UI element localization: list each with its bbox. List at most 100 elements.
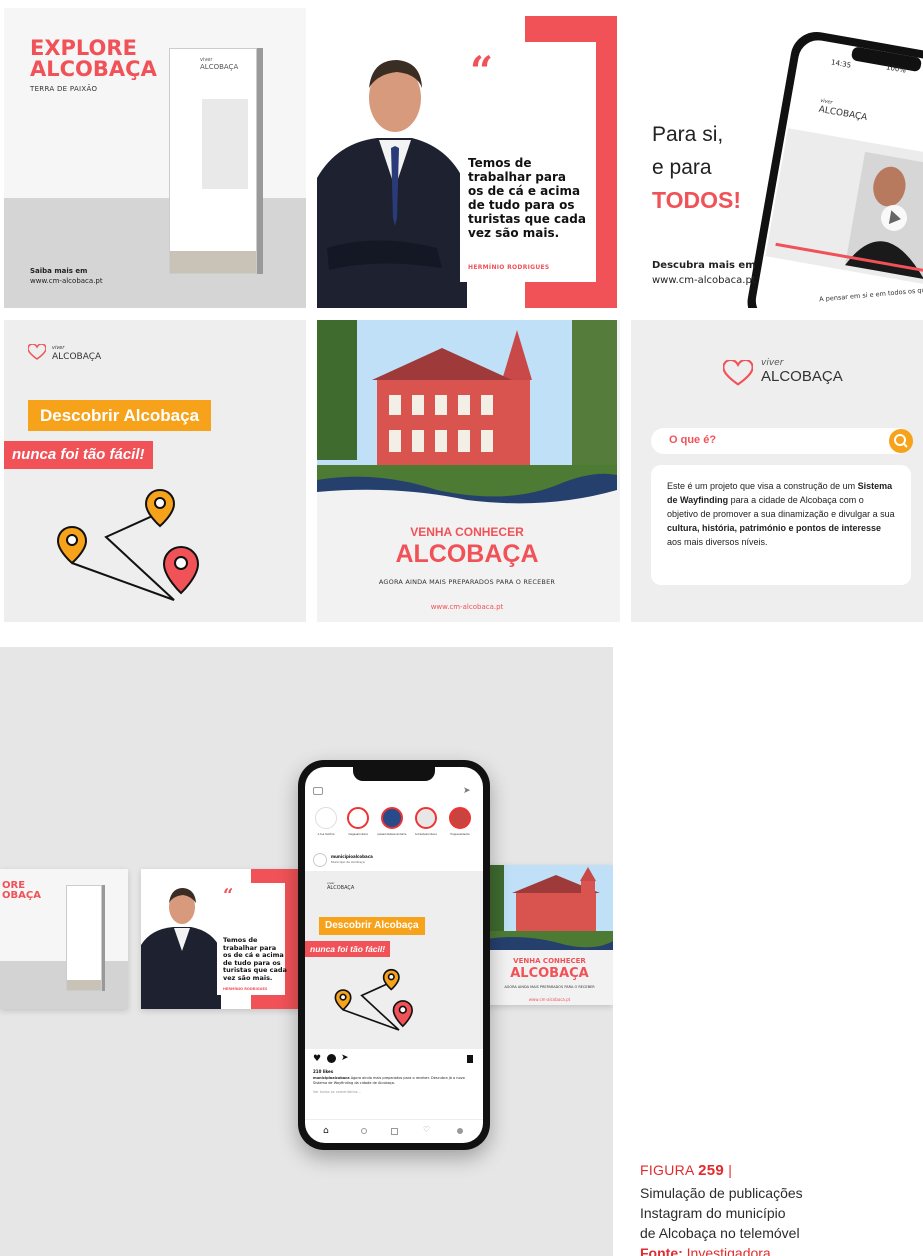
post-explore-alcobaca: EXPLORE ALCOBAÇA TERRA DE PAIXÃO viver A… <box>4 8 306 308</box>
bottom-nav: ⌂ ♡ <box>305 1119 483 1143</box>
post-caption: municipioalcobaca Agora ainda mais prepa… <box>313 1076 465 1085</box>
wayfinding-totem-image: viver ALCOBAÇA <box>169 48 257 274</box>
headline-todos: TODOS! <box>652 187 742 213</box>
like-icon[interactable]: ♥ <box>313 1054 321 1064</box>
post-banner-descobrir: Descobrir Alcobaça <box>319 917 425 935</box>
mock-quote-text: Temos de trabalhar para os de cá e acima… <box>223 936 287 982</box>
explore-footer: Saiba mais em www.cm-alcobaca.pt <box>30 267 103 285</box>
story-avatar[interactable] <box>449 807 471 829</box>
post-logo: viver ALCOBAÇA <box>327 881 355 891</box>
mock-tagline: AGORA AINDA MAIS PREPARADOS PARA O RECEB… <box>504 985 595 989</box>
phone-screen: ➤ A tua história megaaalcobaca pelascida… <box>305 767 483 1143</box>
caption-line: Instagram do município <box>640 1205 786 1221</box>
mock-card-venha: VENHA CONHECER ALCOBAÇA AGORA AINDA MAIS… <box>486 865 613 1005</box>
story-avatar[interactable] <box>415 807 437 829</box>
route-pins-illustration <box>56 488 200 601</box>
mock-venha-heading: VENHA CONHECER <box>513 957 586 965</box>
story-label: freguesiadevila <box>450 833 470 836</box>
explore-title: EXPLORE ALCOBAÇA <box>30 36 157 81</box>
post-venha-conhecer: VENHA CONHECER ALCOBAÇA AGORA AINDA MAIS… <box>317 320 620 622</box>
account-sub: Município de Alcobaça <box>331 860 365 864</box>
figure-caption: FIGURA 259 | Simulação de publicações In… <box>640 1162 923 1256</box>
heart-logo-icon <box>28 344 46 360</box>
story-label: terrasdealcobaca <box>415 833 437 836</box>
story-avatar[interactable] <box>347 807 369 829</box>
story-avatar[interactable] <box>315 807 337 829</box>
palace-photo <box>317 320 617 505</box>
activity-icon[interactable]: ♡ <box>423 1125 430 1134</box>
page: EXPLORE ALCOBAÇA TERRA DE PAIXÃO viver A… <box>0 0 923 1256</box>
mock-card-quote: “ Temos de trabalhar para os de cá e aci… <box>141 869 298 1009</box>
mock-quote-mark: “ <box>223 885 234 906</box>
website-url: www.cm-alcobaca.pt <box>430 603 504 611</box>
o-que-e-label: O que é? <box>669 434 717 446</box>
send-icon[interactable]: ➤ <box>463 786 471 796</box>
mock-floor <box>0 961 128 1009</box>
quote-mark: “ <box>470 48 494 95</box>
mock-alcobaca-heading: ALCOBAÇA <box>510 966 589 981</box>
mock-palace-photo <box>486 865 613 950</box>
pin-red-icon <box>162 545 200 595</box>
pin-orange-left-icon <box>56 525 88 565</box>
story-avatar[interactable] <box>381 807 403 829</box>
mayor-photo <box>317 48 467 308</box>
explore-subtitle: TERRA DE PAIXÃO <box>30 85 98 93</box>
tagline: AGORA AINDA MAIS PREPARADOS PARA O RECEB… <box>378 578 556 586</box>
mock-url: www.cm-alcobaca.pt <box>528 997 571 1002</box>
o-que-e-bar: O que é? <box>651 428 913 454</box>
venha-heading: VENHA CONHECER <box>410 525 524 539</box>
quote-text: Temos de trabalhar para os de cá e acima… <box>468 156 586 240</box>
mock-totem <box>66 885 102 991</box>
mock-mayor-photo <box>141 888 221 1009</box>
viver-alcobaca-logo: viver ALCOBAÇA <box>723 358 843 386</box>
profile-icon[interactable] <box>457 1128 463 1134</box>
likes-count: 210 likes <box>313 1069 334 1074</box>
search-icon[interactable] <box>361 1128 367 1134</box>
mock-card-explore: ORE OBAÇA <box>0 869 128 1009</box>
totem-base <box>170 251 256 273</box>
caption-source: Fonte: Investigadora <box>640 1245 771 1256</box>
story-label: pelascidadesvoluntaria <box>377 833 407 836</box>
banner-descobrir: Descobrir Alcobaça <box>28 400 212 431</box>
account-name[interactable]: municipioalcobaca <box>331 854 373 859</box>
story-label: A tua história <box>317 833 335 836</box>
banner-nunca: nunca foi tão fácil! <box>4 441 153 469</box>
headline-line1: Para si, <box>652 123 724 146</box>
mock-explore-title: ORE OBAÇA <box>2 880 41 901</box>
post-image[interactable]: viver ALCOBAÇA Descobrir Alcobaça nunca … <box>305 871 483 1049</box>
story-label: megaaalcobaca <box>348 833 368 836</box>
camera-icon[interactable] <box>313 787 323 795</box>
mock-quote-author: HERMÍNIO RODRIGUES <box>223 987 268 991</box>
caption-line: de Alcobaça no telemóvel <box>640 1225 800 1241</box>
view-comments[interactable]: Ver todos os comentários... <box>313 1090 361 1094</box>
caption-line: Simulação de publicações <box>640 1185 803 1201</box>
totem-map <box>202 99 248 189</box>
alcobaca-heading: ALCOBAÇA <box>395 540 539 568</box>
discover-more: Descubra mais em www.cm-alcobaca.pt <box>652 260 756 286</box>
instagram-phone: ➤ A tua história megaaalcobaca pelascida… <box>298 760 490 1150</box>
share-icon[interactable]: ➤ <box>341 1053 349 1063</box>
heart-logo-icon <box>723 360 753 386</box>
post-route-illustration <box>334 968 413 1031</box>
floor <box>4 198 306 308</box>
stories-row: A tua história megaaalcobaca pelascidade… <box>305 807 483 847</box>
description-card: Este é um projeto que visa a construção … <box>651 465 911 585</box>
quote-author: HERMÍNIO RODRIGUES <box>468 264 550 271</box>
home-icon[interactable]: ⌂ <box>323 1126 329 1136</box>
pin-orange-icon <box>144 488 176 528</box>
account-avatar[interactable] <box>313 853 327 867</box>
figure-label: FIGURA 259 | <box>640 1162 733 1179</box>
comment-icon[interactable] <box>327 1054 336 1063</box>
post-o-que-e: viver ALCOBAÇA O que é? Este é um projet… <box>631 320 923 622</box>
post-banner-nunca: nunca foi tão fácil! <box>305 941 391 957</box>
post-para-todos: 14:35 100% viver ALCOBAÇA A pensar em si… <box>631 8 923 308</box>
search-icon <box>889 429 913 453</box>
post-descobrir: viver ALCOBAÇA Descobrir Alcobaça nunca … <box>4 320 306 622</box>
phone-notch <box>353 767 435 781</box>
instagram-mockup: ORE OBAÇA “ Temos de trabalhar para os d… <box>0 647 613 1256</box>
viver-alcobaca-logo: viver ALCOBAÇA <box>28 344 101 362</box>
totem-logo: viver ALCOBAÇA <box>200 57 239 71</box>
add-post-icon[interactable] <box>391 1128 398 1135</box>
bookmark-icon[interactable] <box>467 1055 473 1063</box>
headline-line2: e para <box>652 156 712 179</box>
